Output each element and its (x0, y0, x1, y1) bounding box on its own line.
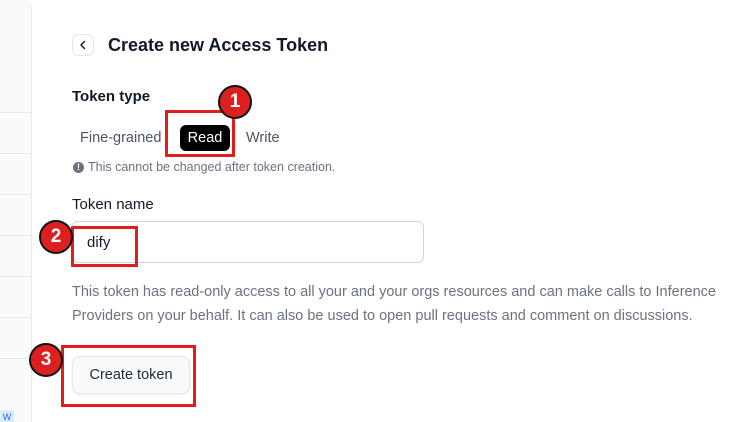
annotation-box-1 (165, 110, 235, 157)
left-sidebar: W (0, 0, 32, 422)
sidebar-divider (0, 153, 31, 154)
sidebar-divider (0, 194, 31, 195)
annotation-marker-2: 2 (39, 220, 73, 254)
token-name-label: Token name (72, 196, 154, 213)
back-button[interactable] (72, 34, 94, 56)
token-type-note: ! This cannot be changed after token cre… (73, 160, 335, 174)
annotation-marker-1: 1 (218, 85, 252, 119)
info-icon: ! (73, 161, 84, 173)
token-type-label: Token type (72, 88, 151, 105)
token-type-fine-grained[interactable]: Fine-grained (80, 125, 161, 151)
token-type-note-text: This cannot be changed after token creat… (88, 160, 336, 174)
chevron-left-icon (80, 40, 86, 50)
sidebar-divider (0, 112, 31, 113)
sidebar-badge: W (0, 410, 14, 422)
sidebar-divider (0, 358, 31, 359)
page: W Create new Access Token Token type Fin… (0, 0, 753, 422)
sidebar-divider (0, 235, 31, 236)
page-title: Create new Access Token (108, 35, 329, 55)
sidebar-divider (0, 317, 31, 318)
annotation-box-2 (71, 226, 138, 267)
sidebar-divider (0, 276, 31, 277)
token-description: This token has read-only access to all y… (72, 284, 716, 324)
annotation-box-3 (61, 345, 196, 407)
token-type-write[interactable]: Write (246, 125, 280, 151)
annotation-marker-3: 3 (29, 343, 63, 377)
